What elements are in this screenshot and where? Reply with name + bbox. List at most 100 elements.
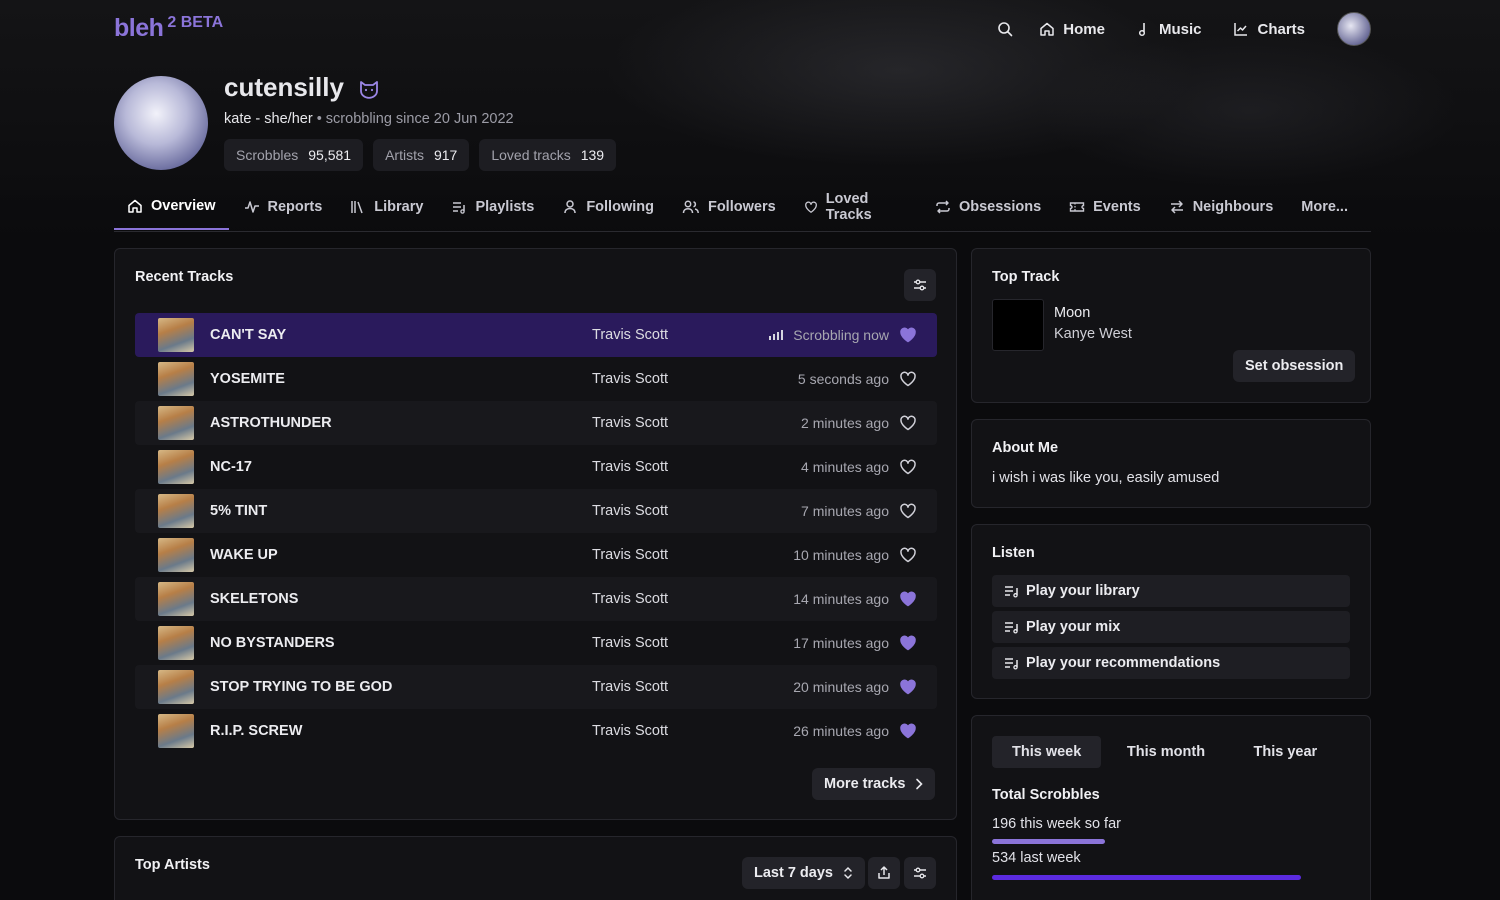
track-row[interactable]: SKELETONS Travis Scott 14 minutes ago xyxy=(135,577,937,621)
track-name[interactable]: NO BYSTANDERS xyxy=(210,635,335,651)
album-art[interactable] xyxy=(158,582,194,616)
stat-label: Artists xyxy=(385,147,424,163)
set-obsession-button[interactable]: Set obsession xyxy=(1233,350,1356,382)
track-name[interactable]: STOP TRYING TO BE GOD xyxy=(210,679,392,695)
album-art[interactable] xyxy=(158,406,194,440)
stat-artists[interactable]: Artists 917 xyxy=(373,139,470,171)
track-artist[interactable]: Travis Scott xyxy=(592,459,668,475)
track-artist[interactable]: Travis Scott xyxy=(592,723,668,739)
tab-reports[interactable]: Reports xyxy=(231,184,336,230)
tab-following[interactable]: Following xyxy=(549,184,667,230)
album-art[interactable] xyxy=(158,494,194,528)
track-artist[interactable]: Travis Scott xyxy=(592,503,668,519)
track-row[interactable]: CAN'T SAY Travis Scott Scrobbling now xyxy=(135,313,937,357)
tab-overview[interactable]: Overview xyxy=(114,184,229,230)
heart-icon xyxy=(804,201,817,213)
track-name[interactable]: YOSEMITE xyxy=(210,371,285,387)
tab-neighbours[interactable]: Neighbours xyxy=(1156,184,1287,230)
track-row[interactable]: NO BYSTANDERS Travis Scott 17 minutes ago xyxy=(135,621,937,665)
track-name[interactable]: 5% TINT xyxy=(210,503,267,519)
heart-icon[interactable] xyxy=(899,502,917,520)
album-art[interactable] xyxy=(158,362,194,396)
track-time: 4 minutes ago xyxy=(801,459,889,475)
track-row[interactable]: WAKE UP Travis Scott 10 minutes ago xyxy=(135,533,937,577)
tab-playlists[interactable]: Playlists xyxy=(438,184,547,230)
top-track-artist[interactable]: Kanye West xyxy=(1054,326,1132,342)
heart-icon[interactable] xyxy=(899,414,917,432)
top-track-name[interactable]: Moon xyxy=(1054,305,1090,321)
top-track-art[interactable] xyxy=(992,299,1044,351)
range-select[interactable]: Last 7 days xyxy=(742,857,865,889)
play-mix-button[interactable]: Play your mix xyxy=(992,611,1350,643)
more-tracks-button[interactable]: More tracks xyxy=(812,768,936,800)
cat-badge-icon xyxy=(360,80,378,99)
heart-filled-icon[interactable] xyxy=(899,634,917,652)
recent-tracks-settings-button[interactable] xyxy=(904,269,936,301)
tab-library[interactable]: Library xyxy=(337,184,436,230)
tab-followers[interactable]: Followers xyxy=(669,184,789,230)
play-library-button[interactable]: Play your library xyxy=(992,575,1350,607)
tab-obsessions[interactable]: Obsessions xyxy=(922,184,1054,230)
album-art[interactable] xyxy=(158,450,194,484)
track-artist[interactable]: Travis Scott xyxy=(592,547,668,563)
top-artists-settings-button[interactable] xyxy=(904,857,936,889)
period-tab-week[interactable]: This week xyxy=(992,736,1102,768)
track-name[interactable]: NC-17 xyxy=(210,459,252,475)
scrobbles-this-week-bar xyxy=(992,839,1105,844)
track-row[interactable]: STOP TRYING TO BE GOD Travis Scott 20 minu… xyxy=(135,665,937,709)
track-artist[interactable]: Travis Scott xyxy=(592,371,668,387)
logo[interactable]: bleh 2 BETA xyxy=(114,14,223,43)
stat-scrobbles[interactable]: Scrobbles 95,581 xyxy=(224,139,364,171)
ticket-icon xyxy=(1069,202,1085,212)
track-artist[interactable]: Travis Scott xyxy=(592,635,668,651)
total-scrobbles-panel: This week This month This year Total Scr… xyxy=(971,715,1371,900)
track-name[interactable]: R.I.P. SCREW xyxy=(210,723,302,739)
heart-filled-icon[interactable] xyxy=(899,326,917,344)
tab-loved-tracks[interactable]: Loved Tracks xyxy=(791,184,920,230)
stat-label: Loved tracks xyxy=(491,147,571,163)
album-art[interactable] xyxy=(158,670,194,704)
nav-home[interactable]: Home xyxy=(1039,21,1105,38)
track-row[interactable]: ASTROTHUNDER Travis Scott 2 minutes ago xyxy=(135,401,937,445)
period-tab-year[interactable]: This year xyxy=(1231,736,1340,768)
track-artist[interactable]: Travis Scott xyxy=(592,591,668,607)
track-artist[interactable]: Travis Scott xyxy=(592,327,668,343)
tab-more[interactable]: More... xyxy=(1288,184,1361,230)
track-row[interactable]: NC-17 Travis Scott 4 minutes ago xyxy=(135,445,937,489)
play-recommendations-button[interactable]: Play your recommendations xyxy=(992,647,1350,679)
track-name[interactable]: CAN'T SAY xyxy=(210,327,286,343)
track-name[interactable]: SKELETONS xyxy=(210,591,298,607)
heart-filled-icon[interactable] xyxy=(899,590,917,608)
share-button[interactable] xyxy=(868,857,900,889)
track-name[interactable]: WAKE UP xyxy=(210,547,278,563)
album-art[interactable] xyxy=(158,318,194,352)
listen-title: Listen xyxy=(992,545,1035,561)
heart-filled-icon[interactable] xyxy=(899,722,917,740)
nav-charts[interactable]: Charts xyxy=(1233,21,1305,38)
track-name[interactable]: ASTROTHUNDER xyxy=(210,415,332,431)
tab-events[interactable]: Events xyxy=(1056,184,1154,230)
album-art[interactable] xyxy=(158,626,194,660)
tab-label: Neighbours xyxy=(1192,199,1274,215)
heart-icon[interactable] xyxy=(899,370,917,388)
heart-filled-icon[interactable] xyxy=(899,678,917,696)
profile-since: • scrobbling since 20 Jun 2022 xyxy=(312,111,514,127)
user-avatar-menu[interactable] xyxy=(1337,12,1371,46)
heart-icon[interactable] xyxy=(899,546,917,564)
period-tab-month[interactable]: This month xyxy=(1111,736,1220,768)
track-artist[interactable]: Travis Scott xyxy=(592,415,668,431)
about-me-panel: About Me i wish i was like you, easily a… xyxy=(971,419,1371,508)
track-row[interactable]: 5% TINT Travis Scott 7 minutes ago xyxy=(135,489,937,533)
album-art[interactable] xyxy=(158,714,194,748)
listen-item-label: Play your recommendations xyxy=(1026,655,1221,671)
scrobbles-this-week: 196 this week so far xyxy=(992,816,1121,832)
track-row[interactable]: YOSEMITE Travis Scott 5 seconds ago xyxy=(135,357,937,401)
track-time: 20 minutes ago xyxy=(793,679,889,695)
track-row[interactable]: R.I.P. SCREW Travis Scott 26 minutes ago xyxy=(135,709,937,753)
heart-icon[interactable] xyxy=(899,458,917,476)
search-icon[interactable] xyxy=(995,19,1015,39)
stat-loved-tracks[interactable]: Loved tracks 139 xyxy=(479,139,617,171)
track-artist[interactable]: Travis Scott xyxy=(592,679,668,695)
nav-music[interactable]: Music xyxy=(1137,21,1201,38)
album-art[interactable] xyxy=(158,538,194,572)
